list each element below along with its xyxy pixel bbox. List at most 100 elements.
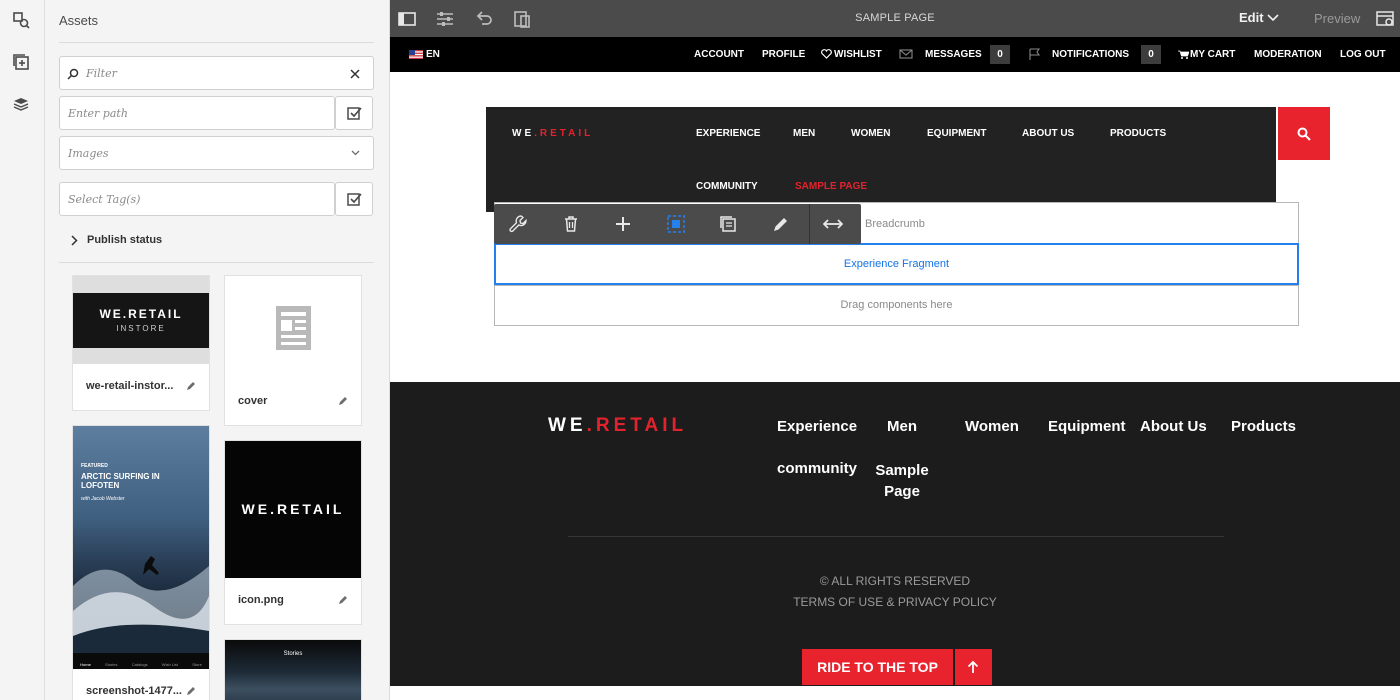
thumb-tab: Home xyxy=(80,662,91,667)
footer-link-experience[interactable]: Experience xyxy=(777,418,857,435)
site-navigation: WE.RETAIL EXPERIENCE MEN WOMEN EQUIPMENT… xyxy=(486,107,1276,212)
divider xyxy=(59,262,374,263)
nav-item-experience[interactable]: EXPERIENCE xyxy=(696,128,760,139)
select-parent-icon[interactable] xyxy=(666,214,686,234)
site-logo[interactable]: WE.RETAIL xyxy=(512,128,593,139)
logo-part: WE xyxy=(548,415,587,436)
assets-panel: Assets Filter Enter path Images Select T… xyxy=(45,0,390,700)
notifications-link[interactable]: NOTIFICATIONS xyxy=(1052,49,1129,60)
select-check-icon xyxy=(347,107,362,120)
chevron-down-icon[interactable] xyxy=(1267,14,1279,22)
asset-name: cover xyxy=(238,395,268,407)
experience-fragment-component[interactable]: Experience Fragment xyxy=(494,243,1299,285)
nav-item-about-us[interactable]: ABOUT US xyxy=(1022,128,1074,139)
asset-card[interactable]: cover xyxy=(224,275,362,426)
footer-link-men[interactable]: Men xyxy=(887,418,917,435)
logout-link[interactable]: LOG OUT xyxy=(1340,49,1386,60)
notifications-count: 0 xyxy=(1141,45,1161,64)
path-browse-button[interactable] xyxy=(335,96,373,130)
asset-card[interactable]: Stories xyxy=(224,639,362,700)
asset-card[interactable]: FEATURED ARCTIC SURFING IN LOFOTEN with … xyxy=(72,425,210,700)
tags-input[interactable]: Select Tag(s) xyxy=(59,182,335,216)
document-icon xyxy=(276,306,311,350)
plus-icon[interactable] xyxy=(613,214,633,234)
asset-thumbnail: WE.RETAIL xyxy=(225,441,361,578)
terms-link[interactable]: TERMS OF USE & PRIVACY POLICY xyxy=(390,595,1400,609)
thumb-tabbar: Home Stories Catalogs Wish List Store xyxy=(73,653,209,669)
asset-name: screenshot-1477... xyxy=(86,685,182,697)
profile-link[interactable]: PROFILE xyxy=(762,49,805,60)
wishlist-link[interactable]: WISHLIST xyxy=(834,49,882,60)
thumb-subtitle: INSTORE xyxy=(116,324,166,333)
footer-link-about-us[interactable]: About Us xyxy=(1140,418,1207,435)
path-input[interactable]: Enter path xyxy=(59,96,335,130)
nav-item-products[interactable]: PRODUCTS xyxy=(1110,128,1166,139)
asset-type-select[interactable]: Images xyxy=(59,136,374,170)
side-rail xyxy=(0,0,45,700)
asset-card[interactable]: WE.RETAIL INSTORE we-retail-instor... xyxy=(72,275,210,411)
thumb-heading: Stories xyxy=(283,651,303,657)
ride-to-top-button[interactable]: RIDE TO THE TOP xyxy=(802,649,953,685)
page-info-icon[interactable] xyxy=(1375,9,1395,29)
pencil-icon[interactable] xyxy=(185,685,197,697)
nav-item-community[interactable]: COMMUNITY xyxy=(696,181,758,192)
nav-item-sample-page[interactable]: SAMPLE PAGE xyxy=(795,181,867,192)
site-search-button[interactable] xyxy=(1278,107,1330,160)
layout-resize-icon[interactable] xyxy=(823,214,843,234)
preview-button[interactable]: Preview xyxy=(1314,11,1360,26)
pencil-icon[interactable] xyxy=(771,214,791,234)
wrench-icon[interactable] xyxy=(508,214,528,234)
assets-finder-icon[interactable] xyxy=(10,9,32,31)
asset-name: we-retail-instor... xyxy=(86,380,174,392)
footer-link-products[interactable]: Products xyxy=(1231,418,1296,435)
trash-icon[interactable] xyxy=(561,214,581,234)
asset-thumbnail: FEATURED ARCTIC SURFING IN LOFOTEN with … xyxy=(73,426,209,669)
chevron-right-icon[interactable] xyxy=(71,235,78,246)
thumb-kicker: FEATURED xyxy=(81,463,108,469)
pencil-icon[interactable] xyxy=(337,395,349,407)
drop-zone[interactable]: Drag components here xyxy=(494,285,1299,326)
asset-thumbnail: Stories xyxy=(225,640,361,700)
footer-link-sample-page[interactable]: Sample Page xyxy=(868,460,936,502)
content-tree-icon[interactable] xyxy=(10,93,32,115)
group-icon[interactable] xyxy=(718,214,738,234)
footer-logo[interactable]: WE.RETAIL xyxy=(548,415,687,437)
moderation-link[interactable]: MODERATION xyxy=(1254,49,1322,60)
nav-item-equipment[interactable]: EQUIPMENT xyxy=(927,128,986,139)
logo-part: . xyxy=(586,415,596,436)
messages-count: 0 xyxy=(990,45,1010,64)
language-selector[interactable]: EN xyxy=(426,49,440,60)
logo-part: RETAIL xyxy=(539,128,594,139)
editor-toolbar: SAMPLE PAGE Edit Preview xyxy=(390,0,1400,37)
arrow-up-icon xyxy=(967,660,979,673)
thumb-logo: WE.RETAIL xyxy=(241,501,345,517)
scroll-top-button[interactable] xyxy=(955,649,992,685)
messages-link[interactable]: MESSAGES xyxy=(925,49,982,60)
footer-link-equipment[interactable]: Equipment xyxy=(1048,418,1126,435)
mode-selector[interactable]: Edit xyxy=(1239,10,1264,25)
publish-status-toggle[interactable]: Publish status xyxy=(87,234,162,246)
filter-placeholder: Filter xyxy=(86,67,117,80)
pencil-icon[interactable] xyxy=(185,380,197,392)
nav-item-men[interactable]: MEN xyxy=(793,128,815,139)
us-flag-icon xyxy=(409,50,423,59)
footer-link-women[interactable]: Women xyxy=(965,418,1019,435)
components-icon[interactable] xyxy=(10,51,32,73)
nav-item-women[interactable]: WOMEN xyxy=(851,128,890,139)
component-toolbar xyxy=(494,204,861,244)
envelope-icon xyxy=(899,49,913,59)
asset-card[interactable]: WE.RETAIL icon.png xyxy=(224,440,362,625)
filter-input[interactable]: Filter xyxy=(59,56,374,90)
asset-thumbnail xyxy=(225,276,361,379)
search-icon xyxy=(1297,127,1311,141)
pencil-icon[interactable] xyxy=(337,594,349,606)
heart-icon xyxy=(821,49,832,59)
account-link[interactable]: ACCOUNT xyxy=(694,49,744,60)
clear-icon[interactable] xyxy=(350,69,360,79)
footer-link-community[interactable]: community xyxy=(777,460,857,477)
site-footer: WE.RETAIL Experience Men Women Equipment… xyxy=(390,382,1400,686)
footer-divider xyxy=(568,536,1224,537)
cart-icon xyxy=(1178,50,1189,59)
cart-link[interactable]: MY CART xyxy=(1190,49,1235,60)
tags-browse-button[interactable] xyxy=(335,182,373,216)
